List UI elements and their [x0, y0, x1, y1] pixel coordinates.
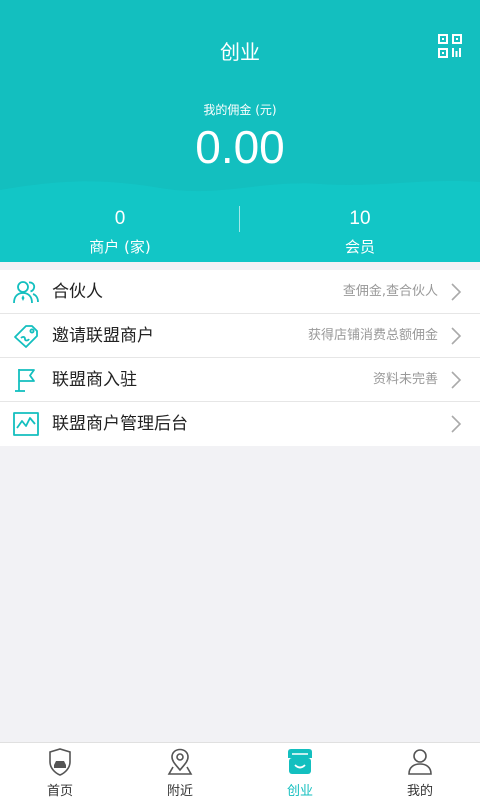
store-icon: [288, 749, 312, 774]
menu-item-merchant-admin[interactable]: 联盟商户管理后台: [0, 402, 480, 446]
menu-item-label: 合伙人: [52, 282, 103, 302]
tab-label: 创业: [286, 784, 313, 799]
page-title: 创业: [220, 40, 260, 64]
invite-tag-icon: [14, 325, 38, 348]
tab-label: 首页: [46, 784, 73, 799]
members-count: 10: [349, 208, 371, 229]
menu-item-label: 联盟商入驻: [52, 370, 137, 390]
header: 创业 我的佣金 (元) 0.00 0 商户 (家) 10 会员: [0, 0, 480, 262]
bottom-tab-bar: 首页 附近 创业 我的: [0, 742, 480, 800]
chevron-right-icon: [451, 283, 462, 301]
tab-startup[interactable]: 创业: [240, 743, 360, 800]
home-shield-icon: [49, 748, 71, 776]
commission-label: 我的佣金 (元): [203, 103, 277, 117]
tab-home[interactable]: 首页: [0, 743, 120, 800]
qr-code-icon[interactable]: [438, 34, 462, 58]
members-stat[interactable]: 10 会员: [240, 205, 480, 257]
merchants-count: 0: [114, 208, 126, 229]
menu-item-merchant-join[interactable]: 联盟商入驻 资料未完善: [0, 358, 480, 402]
menu-item-partners[interactable]: 合伙人 查佣金,查合伙人: [0, 270, 480, 314]
merchants-label: 商户 (家): [89, 238, 151, 256]
chevron-right-icon: [451, 371, 462, 389]
menu-item-hint: 资料未完善: [372, 372, 438, 387]
chart-icon: [13, 412, 39, 436]
user-icon: [408, 749, 432, 775]
partners-icon: [13, 281, 39, 304]
commission-value: 0.00: [195, 121, 285, 173]
menu-item-hint: 获得店铺消费总额佣金: [307, 328, 438, 343]
merchants-stat[interactable]: 0 商户 (家): [0, 205, 240, 257]
chevron-right-icon: [451, 415, 462, 433]
menu-list: 合伙人 查佣金,查合伙人 邀请联盟商户 获得店铺消费总额佣金 联盟商入驻 资料未…: [0, 270, 480, 446]
location-pin-icon: [167, 748, 193, 775]
menu-item-invite-merchant[interactable]: 邀请联盟商户 获得店铺消费总额佣金: [0, 314, 480, 358]
menu-item-label: 联盟商户管理后台: [52, 414, 188, 434]
menu-item-hint: 查佣金,查合伙人: [342, 284, 438, 299]
menu-item-label: 邀请联盟商户: [52, 326, 154, 346]
flag-icon: [15, 369, 35, 392]
tab-mine[interactable]: 我的: [360, 743, 480, 800]
tab-label: 附近: [166, 784, 193, 799]
tab-nearby[interactable]: 附近: [120, 743, 240, 800]
members-label: 会员: [344, 238, 375, 256]
tab-label: 我的: [406, 784, 433, 799]
chevron-right-icon: [451, 327, 462, 345]
